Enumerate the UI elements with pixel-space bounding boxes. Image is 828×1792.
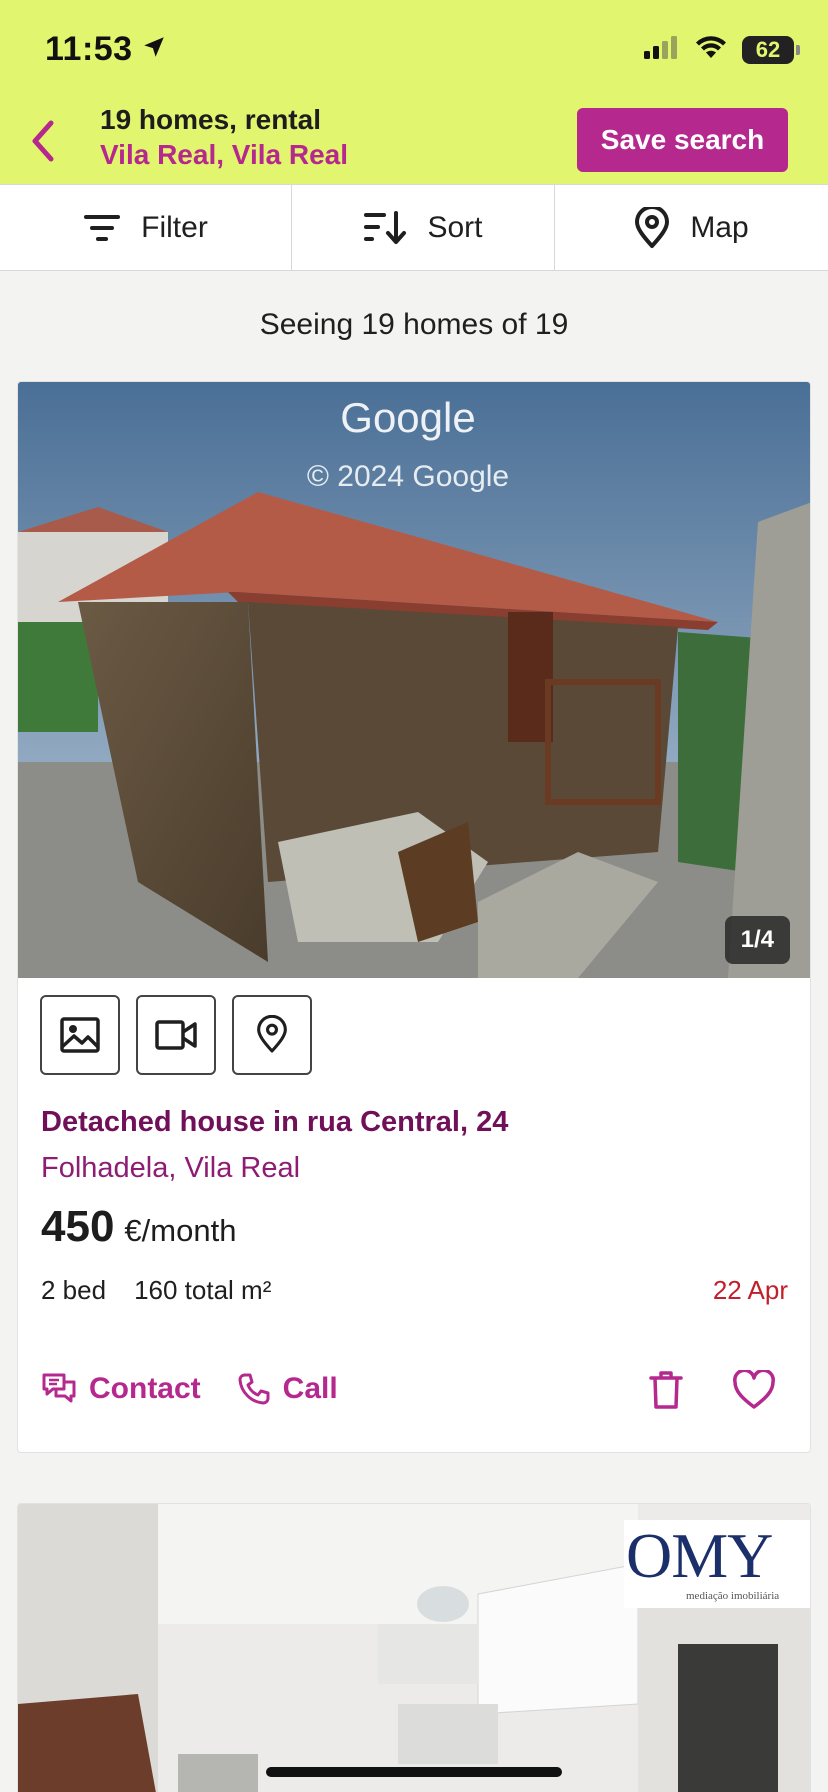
filter-button[interactable]: Filter [0, 185, 292, 270]
filter-icon [84, 214, 121, 241]
signal-icon [644, 35, 680, 64]
time-text: 11:53 [45, 30, 133, 68]
map-label: Map [690, 210, 749, 244]
favorite-button[interactable] [732, 1368, 776, 1415]
status-time: 11:53 [45, 30, 167, 69]
logo-text: OMY [626, 1520, 773, 1591]
filter-toolbar: Filter Sort Map [0, 184, 828, 271]
back-button[interactable] [22, 116, 62, 166]
media-buttons [40, 995, 312, 1075]
location-arrow-icon [141, 30, 167, 69]
listing-photo[interactable]: Google © 2024 Google 1/4 [18, 382, 810, 978]
save-search-button[interactable]: Save search [577, 108, 788, 172]
wifi-icon [694, 34, 728, 65]
listing-location: Folhadela, Vila Real [41, 1152, 301, 1184]
photo-watermark: Google [340, 394, 475, 441]
sort-label: Sort [427, 210, 483, 244]
price-value: 450 [41, 1202, 115, 1251]
listing-secondary-actions [648, 1368, 776, 1415]
status-icons: 62 [644, 34, 800, 65]
listing-date: 22 Apr [712, 1275, 788, 1305]
search-location: Vila Real, Vila Real [100, 139, 349, 170]
price-unit: €/month [124, 1213, 237, 1248]
listing-actions: Contact Call [41, 1372, 338, 1406]
photo-counter: 1/4 [724, 916, 790, 964]
contact-label: Contact [89, 1372, 201, 1405]
listing-price: 450 €/month [41, 1202, 236, 1252]
phone-icon [238, 1373, 270, 1405]
trash-icon [649, 1371, 683, 1409]
discard-button[interactable] [648, 1370, 684, 1415]
photo-icon [60, 1017, 100, 1053]
sort-button[interactable]: Sort [292, 185, 555, 270]
map-pin-icon [257, 1015, 287, 1053]
bedrooms: 2 bed [41, 1275, 107, 1305]
battery-level: 62 [755, 36, 781, 62]
app-header: 11:53 62 19 homes, rental Vila Real, Vil… [0, 0, 828, 184]
listing-title[interactable]: Detached house in rua Central, 24 [41, 1106, 508, 1139]
call-button[interactable]: Call [237, 1372, 338, 1406]
chevron-left-icon [32, 120, 54, 162]
home-indicator[interactable] [266, 1767, 562, 1777]
agency-logo: OMY mediação imobiliária [624, 1520, 810, 1608]
photo-copyright: © 2024 Google [307, 460, 509, 493]
map-button[interactable]: Map [555, 185, 828, 270]
battery-icon: 62 [742, 35, 800, 64]
video-button[interactable] [136, 995, 216, 1075]
photos-button[interactable] [40, 995, 120, 1075]
listing-card[interactable]: OMY mediação imobiliária [17, 1503, 811, 1792]
listing-card[interactable]: Google © 2024 Google 1/4 Detached house … [17, 381, 811, 1453]
sort-icon [364, 210, 407, 244]
map-pin-icon [635, 206, 670, 248]
chat-icon [42, 1373, 76, 1403]
video-icon [155, 1020, 197, 1050]
listing-specs: 2 bed 160 total m² [41, 1275, 271, 1306]
contact-button[interactable]: Contact [41, 1372, 201, 1406]
search-title: 19 homes, rental [100, 104, 321, 135]
location-button[interactable] [232, 995, 312, 1075]
heart-icon [733, 1368, 775, 1409]
filter-label: Filter [141, 210, 208, 244]
results-summary: Seeing 19 homes of 19 [259, 308, 569, 341]
call-label: Call [282, 1372, 338, 1405]
area: 160 total m² [134, 1275, 272, 1305]
logo-subtext: mediação imobiliária [686, 1590, 780, 1602]
